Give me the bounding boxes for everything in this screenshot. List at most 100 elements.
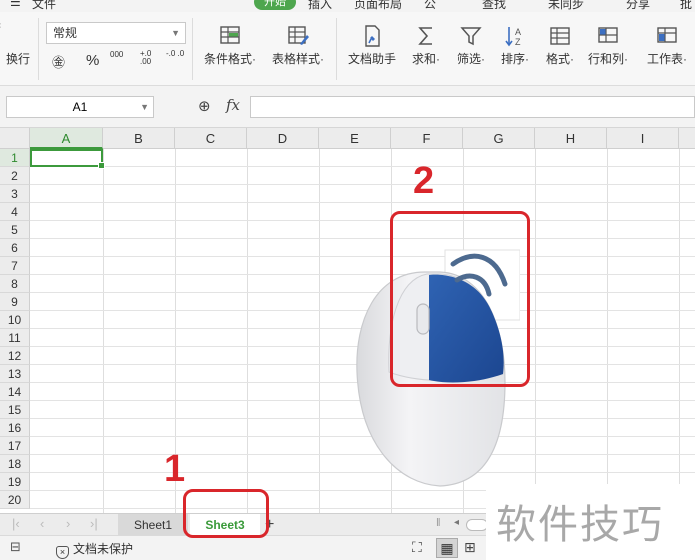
scroll-left-icon[interactable]: ◂ [454, 517, 459, 528]
percent-button[interactable]: % [86, 52, 99, 69]
comment-button[interactable]: 批 [680, 0, 692, 12]
column-header[interactable]: I [607, 128, 679, 149]
last-sheet-icon[interactable]: ›| [90, 516, 98, 531]
menu-icon[interactable]: ☰ [10, 0, 21, 9]
sum-icon [418, 27, 432, 45]
menu-file[interactable]: 文件 [32, 0, 56, 12]
shield-x-icon: × [56, 546, 69, 559]
row-header[interactable]: 11 [0, 329, 30, 347]
grid-line [30, 166, 695, 167]
tab-insert[interactable]: 插入 [308, 0, 332, 12]
annotation-box-mouse-button [390, 211, 530, 387]
thousands-button[interactable]: 000 [110, 50, 123, 59]
rows-cols-icon [598, 27, 618, 43]
annotation-label-2: 2 [413, 160, 435, 202]
ribbon-divider [38, 18, 39, 80]
protection-status[interactable]: × 文档未保护 [56, 540, 133, 559]
fullscreen-icon[interactable]: ⛶ [412, 539, 422, 556]
ribbon-divider [336, 18, 337, 80]
format-button[interactable]: 格式· [540, 24, 580, 67]
column-header[interactable]: E [319, 128, 391, 149]
sum-button[interactable]: 求和· [408, 24, 444, 67]
search-button[interactable]: 查找 [482, 0, 506, 12]
formula-input[interactable] [250, 96, 695, 118]
watermark: 软件技巧 [486, 484, 695, 560]
row-header[interactable]: 10 [0, 311, 30, 329]
insert-function-button[interactable]: fx [226, 96, 240, 114]
doc-assistant-icon [365, 25, 380, 47]
select-all-corner[interactable] [0, 128, 30, 149]
row-header[interactable]: 12 [0, 347, 30, 365]
row-header[interactable]: 8 [0, 275, 30, 293]
tab-home[interactable]: 开始 [254, 0, 296, 10]
ribbon-toolbar: ‹ 换行 常规 ▼ ㊎ % 000 +.0 .00 -.0 .0 条件格式· [0, 12, 695, 86]
sort-button[interactable]: A Z 排序· [496, 24, 534, 67]
table-style-icon [288, 26, 309, 45]
increase-decimal-button[interactable]: +.0 .00 [140, 50, 160, 66]
horizontal-scrollbar-thumb[interactable] [466, 519, 488, 531]
row-header[interactable]: 20 [0, 491, 30, 509]
row-header[interactable]: 1 [0, 149, 30, 167]
column-header[interactable]: D [247, 128, 319, 149]
sync-status[interactable]: 未同步 [548, 0, 584, 12]
row-header[interactable]: 17 [0, 437, 30, 455]
prev-sheet-icon[interactable]: ‹ [40, 516, 44, 531]
currency-button[interactable]: ㊎ [52, 52, 65, 71]
grid-line [679, 149, 680, 513]
grid-line [30, 184, 695, 185]
zoom-search-icon[interactable]: ⊕ [198, 97, 211, 115]
column-header[interactable]: H [535, 128, 607, 149]
column-header[interactable]: F [391, 128, 463, 149]
table-style-button[interactable]: 表格样式· [266, 24, 330, 67]
row-header[interactable]: 3 [0, 185, 30, 203]
page-layout-view-icon[interactable]: ⊞ [464, 539, 476, 556]
annotation-label-1: 1 [164, 448, 186, 490]
conditional-format-icon [220, 26, 240, 44]
share-button[interactable]: 分享 [626, 0, 650, 12]
column-header[interactable] [679, 128, 695, 149]
macro-record-icon[interactable]: ⊟ [10, 539, 21, 555]
menu-bar: ☰ 文件 开始 插入 页面布局 公 查找 未同步 分享 批 [0, 0, 695, 12]
first-sheet-icon[interactable]: |‹ [12, 516, 20, 531]
sheet-tab-sheet1[interactable]: Sheet1 [118, 514, 188, 536]
column-header[interactable]: B [103, 128, 175, 149]
row-header[interactable]: 2 [0, 167, 30, 185]
tab-page-layout[interactable]: 页面布局 [354, 0, 402, 12]
grid-line [535, 149, 536, 513]
row-header[interactable]: 9 [0, 293, 30, 311]
column-header[interactable]: C [175, 128, 247, 149]
column-header[interactable]: G [463, 128, 535, 149]
normal-view-icon[interactable]: ▦ [436, 538, 458, 558]
svg-text:A: A [515, 27, 521, 37]
tab-formulas[interactable]: 公 [424, 0, 436, 12]
worksheet-button[interactable]: 工作表· [640, 24, 694, 67]
row-header[interactable]: 13 [0, 365, 30, 383]
grid-line [319, 149, 320, 513]
row-header[interactable]: 15 [0, 401, 30, 419]
number-format-select[interactable]: 常规 ▼ [46, 22, 186, 44]
filter-button[interactable]: 筛选· [452, 24, 490, 67]
row-header[interactable]: 4 [0, 203, 30, 221]
name-box[interactable]: A1 ▼ [6, 96, 154, 118]
row-header[interactable]: 18 [0, 455, 30, 473]
worksheet-icon [657, 27, 677, 43]
column-header[interactable]: A [30, 128, 103, 149]
row-header[interactable]: 14 [0, 383, 30, 401]
rows-cols-button[interactable]: 行和列· [586, 24, 630, 67]
grid-line [247, 149, 248, 513]
grid-line [30, 220, 695, 221]
row-header[interactable]: 5 [0, 221, 30, 239]
next-sheet-icon[interactable]: › [66, 516, 70, 531]
conditional-format-button[interactable]: 条件格式· [198, 24, 262, 67]
row-header[interactable]: 6 [0, 239, 30, 257]
row-header[interactable]: 19 [0, 473, 30, 491]
decrease-decimal-button[interactable]: -.0 .0 [166, 50, 186, 58]
grid-line [30, 202, 695, 203]
ribbon-divider [192, 18, 193, 80]
doc-assistant-button[interactable]: 文档助手 [344, 24, 400, 67]
row-header[interactable]: 16 [0, 419, 30, 437]
tab-splitter-icon[interactable]: ‖ [436, 517, 441, 529]
active-cell-a1[interactable] [30, 149, 105, 169]
row-header[interactable]: 7 [0, 257, 30, 275]
wrap-text-button[interactable]: ‹ 换行 [0, 20, 36, 67]
